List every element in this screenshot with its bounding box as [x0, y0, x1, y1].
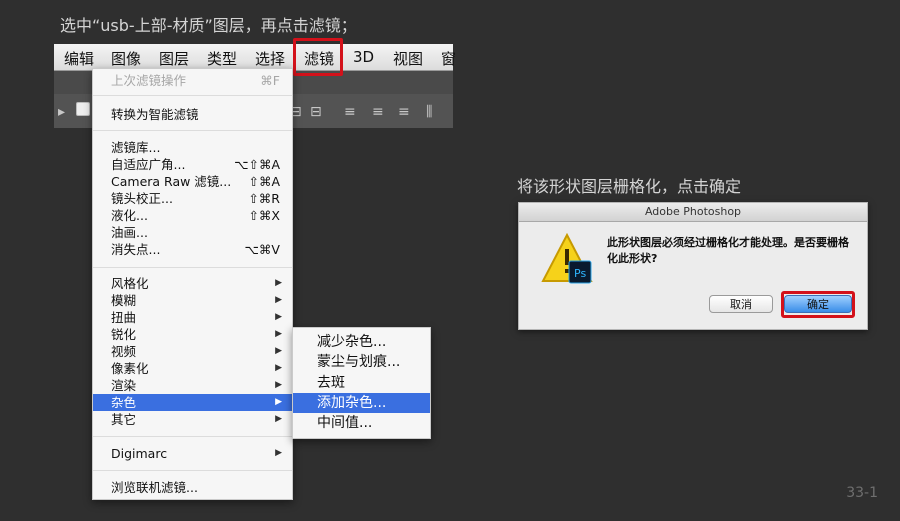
menu-item-video[interactable]: 视频 ▶ [93, 343, 292, 360]
submenu-item-despeckle[interactable]: 去斑 [293, 373, 430, 393]
submenu-item-dust-scratches[interactable]: 蒙尘与划痕... [293, 352, 430, 372]
menu-item-browse-online-filters[interactable]: 浏览联机滤镜... [93, 479, 292, 496]
menu-image[interactable]: 图像 [111, 48, 141, 69]
submenu-item-reduce-noise[interactable]: 减少杂色... [293, 332, 430, 352]
menu-separator [93, 95, 292, 96]
filter-dropdown-menu: 上次滤镜操作 ⌘F 转换为智能滤镜 滤镜库... 自适应广角... ⌥⇧⌘A C… [92, 68, 293, 500]
submenu-item-add-noise[interactable]: 添加杂色... [293, 393, 430, 413]
distribute-icon[interactable]: ≡ [344, 104, 356, 120]
toolbar-checkbox[interactable] [76, 102, 90, 116]
menu-item-filter-gallery[interactable]: 滤镜库... [93, 139, 292, 156]
menu-item-oil-paint[interactable]: 油画... [93, 224, 292, 241]
dialog-message: 此形状图层必须经过栅格化才能处理。是否要栅格化此形状? [607, 236, 849, 265]
menu-item-liquify[interactable]: 液化... ⇧⌘X [93, 207, 292, 224]
menu-window[interactable]: 窗 [441, 48, 456, 69]
menu-separator [93, 436, 292, 437]
menu-item-distort[interactable]: 扭曲 ▶ [93, 309, 292, 326]
menu-item-render[interactable]: 渲染 ▶ [93, 377, 292, 394]
menu-item-adaptive-wide-angle[interactable]: 自适应广角... ⌥⇧⌘A [93, 156, 292, 173]
menu-item-camera-raw[interactable]: Camera Raw 滤镜... ⇧⌘A [93, 173, 292, 190]
menubar: 编辑 图像 图层 类型 选择 滤镜 3D 视图 窗 [54, 44, 456, 71]
ps-badge-text: Ps [574, 267, 586, 280]
submenu-arrow-icon: ▶ [275, 278, 282, 288]
menu-separator [93, 130, 292, 131]
menu-select[interactable]: 选择 [255, 48, 285, 69]
step2-caption: 将该形状图层栅格化，点击确定 [517, 177, 742, 196]
menu-item-lens-correction[interactable]: 镜头校正... ⇧⌘R [93, 190, 292, 207]
menu-item-stylize[interactable]: 风格化 ▶ [93, 275, 292, 292]
menu-item-digimarc[interactable]: Digimarc ▶ [93, 445, 292, 462]
menu-item-last-filter: 上次滤镜操作 ⌘F [111, 73, 280, 88]
align-icon[interactable]: ⊟ [310, 104, 322, 120]
submenu-item-median[interactable]: 中间值... [293, 413, 430, 433]
page-number: 33-1 [846, 485, 878, 501]
filter-menu-highlight-box [293, 38, 343, 76]
menu-layer[interactable]: 图层 [159, 48, 189, 69]
submenu-arrow-icon: ▶ [275, 397, 282, 407]
menu-item-convert-smart-filter[interactable]: 转换为智能滤镜 [93, 106, 292, 123]
noise-submenu: 减少杂色... 蒙尘与划痕... 去斑 添加杂色... 中间值... [292, 327, 431, 439]
submenu-arrow-icon: ▶ [275, 295, 282, 305]
distribute-icon[interactable]: ⫼ [426, 104, 432, 120]
distribute-icon[interactable]: ≡ [372, 104, 384, 120]
submenu-arrow-icon: ▶ [275, 346, 282, 356]
menu-item-vanishing-point[interactable]: 消失点... ⌥⌘V [93, 241, 292, 258]
warning-photoshop-icon: Ps [541, 232, 593, 285]
submenu-arrow-icon: ▶ [275, 312, 282, 322]
ok-button-highlight-box [781, 291, 855, 318]
menu-separator [93, 470, 292, 471]
submenu-arrow-icon: ▶ [275, 448, 282, 458]
menu-edit[interactable]: 编辑 [64, 48, 94, 69]
submenu-arrow-icon: ▶ [275, 380, 282, 390]
menu-item-other[interactable]: 其它 ▶ [93, 411, 292, 428]
menu-separator [93, 267, 292, 268]
submenu-arrow-icon: ▶ [275, 329, 282, 339]
distribute-icon[interactable]: ≡ [398, 104, 410, 120]
submenu-arrow-icon: ▶ [275, 414, 282, 424]
submenu-arrow-icon: ▶ [275, 363, 282, 373]
menu-view[interactable]: 视图 [393, 48, 423, 69]
rasterize-dialog: Adobe Photoshop Ps 此形状图层必须经过栅格化才能处理。是否要栅… [518, 202, 868, 330]
menu-item-blur[interactable]: 模糊 ▶ [93, 292, 292, 309]
dialog-title: Adobe Photoshop [519, 203, 867, 222]
menu-item-pixelate[interactable]: 像素化 ▶ [93, 360, 292, 377]
menu-3d[interactable]: 3D [353, 48, 374, 66]
step1-caption: 选中“usb-上部-材质”图层，再点击滤镜； [60, 16, 357, 35]
menu-item-noise[interactable]: 杂色 ▶ [93, 394, 292, 411]
menu-type[interactable]: 类型 [207, 48, 237, 69]
menu-item-sharpen[interactable]: 锐化 ▶ [93, 326, 292, 343]
toolbar-arrow-icon[interactable]: ▸ [58, 104, 65, 120]
cancel-button[interactable]: 取消 [709, 295, 773, 313]
